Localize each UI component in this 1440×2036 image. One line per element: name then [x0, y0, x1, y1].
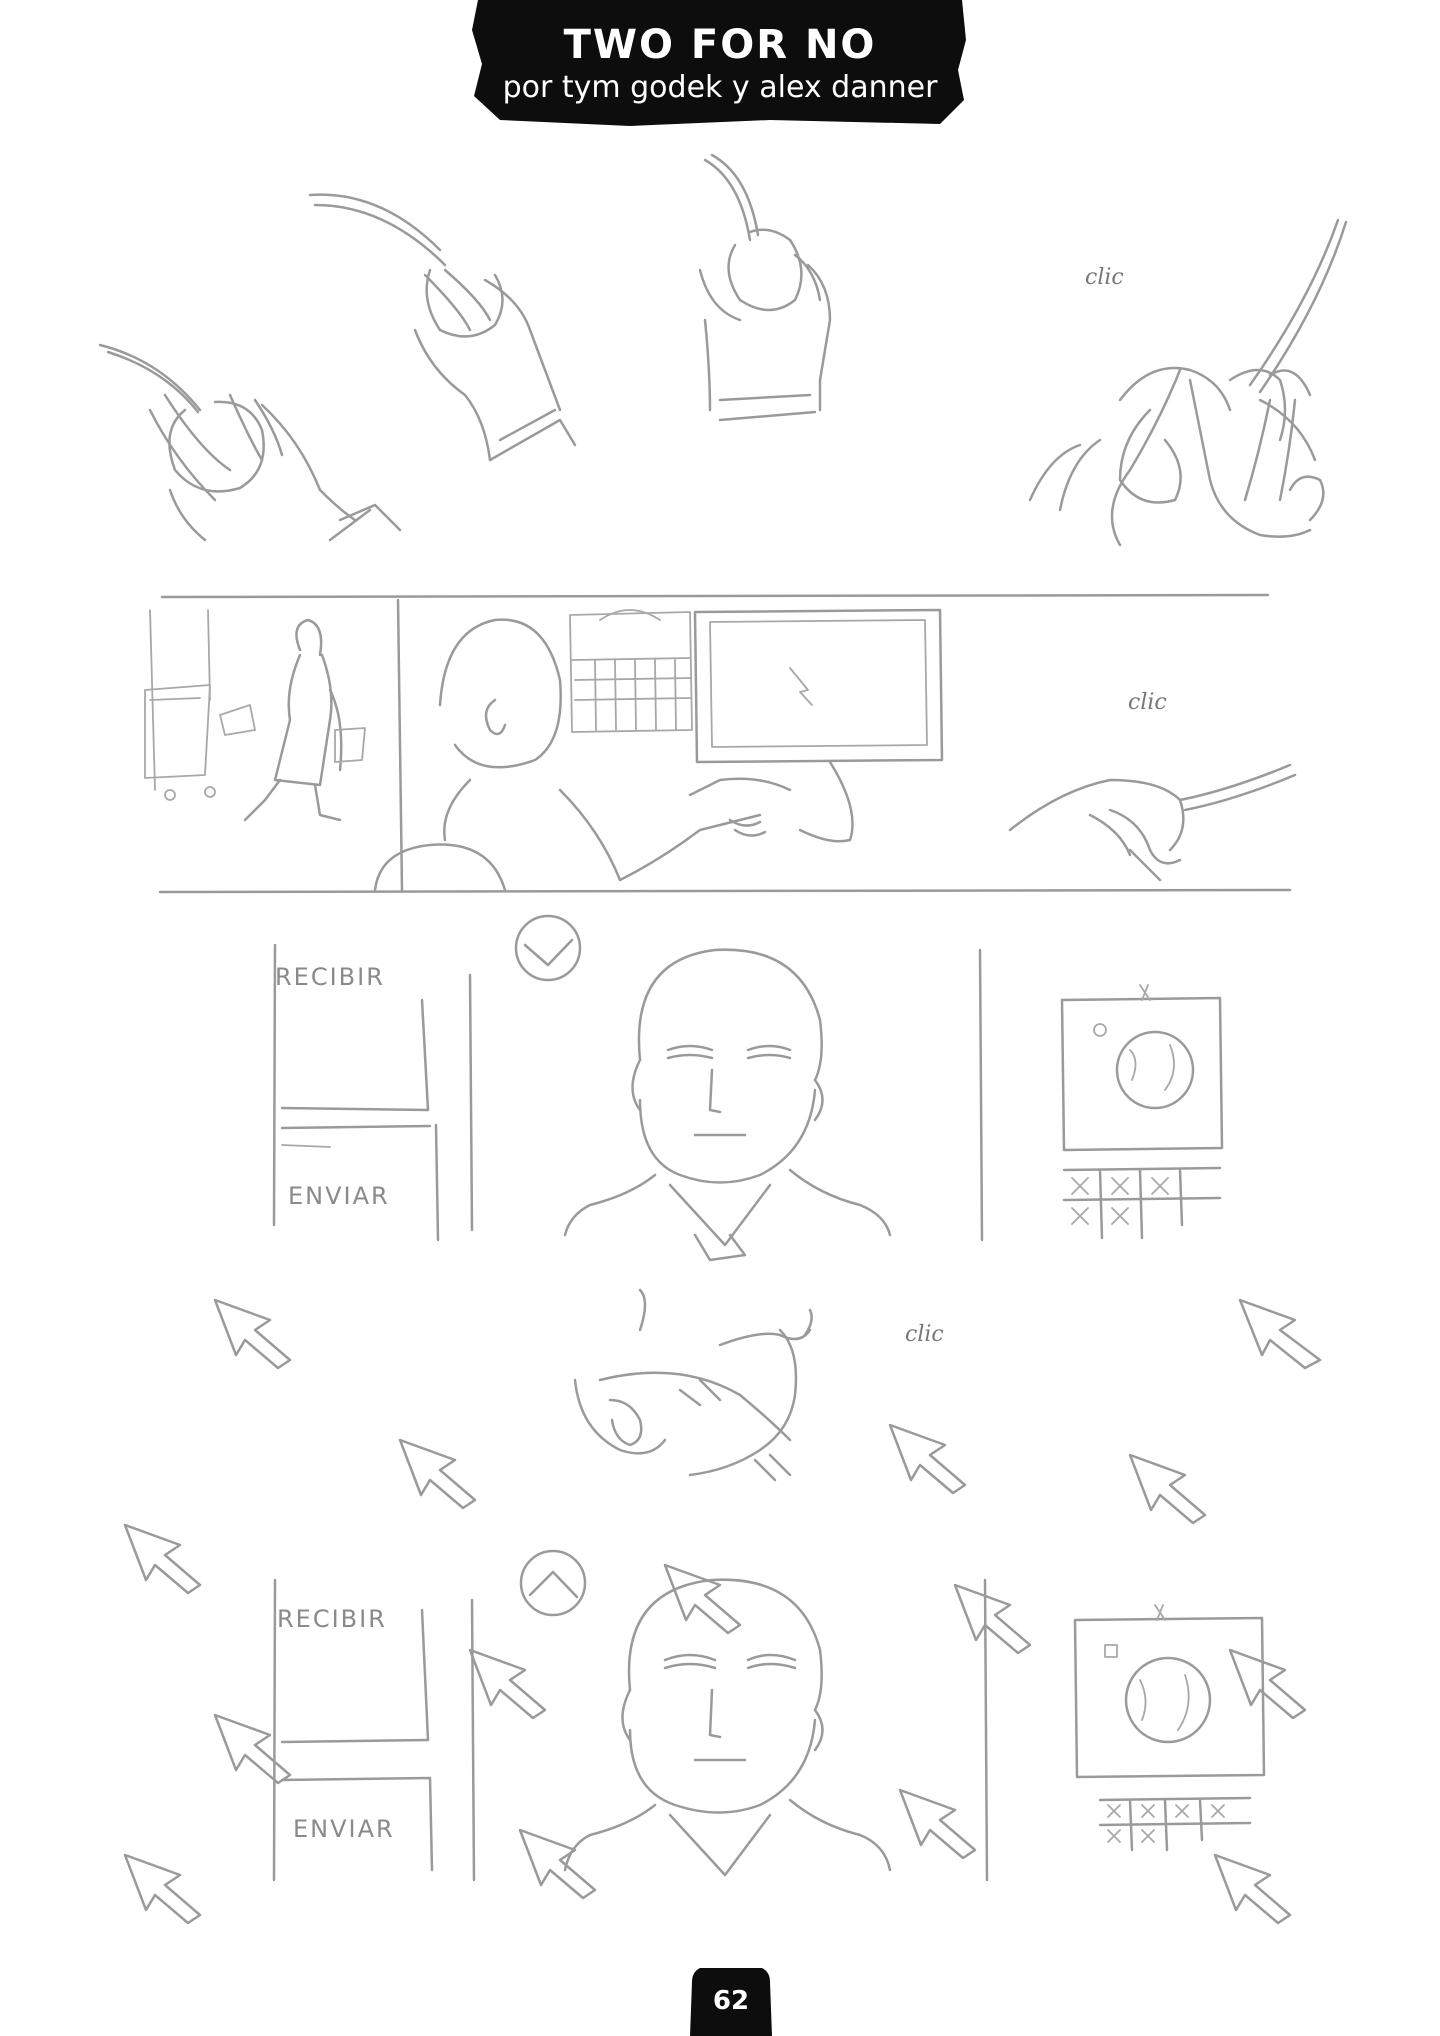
cursor-icon	[900, 1790, 975, 1858]
send-label: ENVIAR	[293, 1815, 395, 1843]
panel-4-cursors	[215, 1290, 1320, 1523]
panel-2-office	[145, 595, 1295, 892]
send-label: ENVIAR	[288, 1182, 390, 1210]
cursor-icon	[890, 1425, 965, 1493]
hand-on-mouse-closeup	[1030, 220, 1346, 545]
cursor-icon	[955, 1585, 1030, 1653]
page-number: 62	[712, 1986, 750, 2016]
cursor-icon	[215, 1300, 290, 1368]
cursor-icon	[1240, 1300, 1320, 1368]
cursor-icon	[665, 1565, 740, 1633]
hand-on-mouse-3	[700, 155, 830, 420]
cursor-icon	[1215, 1855, 1290, 1923]
sfx-click: clic	[1128, 690, 1167, 715]
cursor-icon	[1230, 1650, 1305, 1718]
clock-down-icon	[516, 916, 580, 980]
cursor-icon	[125, 1855, 200, 1923]
panel-5-face-cursors	[125, 1525, 1305, 1923]
cursor-icon	[215, 1715, 290, 1783]
receive-label: RECIBIR	[277, 1605, 387, 1633]
hand-on-mouse-1	[100, 345, 400, 540]
sfx-click: clic	[1085, 265, 1124, 290]
cursor-icon	[470, 1650, 545, 1718]
sfx-click: clic	[905, 1322, 944, 1347]
hand-on-mouse-2	[310, 195, 575, 460]
clock-up-icon	[521, 1551, 585, 1615]
cursor-icon	[400, 1440, 475, 1508]
comic-artwork	[0, 0, 1440, 2036]
receive-label: RECIBIR	[275, 963, 385, 991]
panel-1-hands	[100, 155, 1346, 545]
page-number-tab: 62	[690, 1968, 772, 2036]
cursor-icon	[125, 1525, 200, 1593]
panel-3-face-screen	[274, 916, 1222, 1260]
cursor-icon	[1130, 1455, 1205, 1523]
